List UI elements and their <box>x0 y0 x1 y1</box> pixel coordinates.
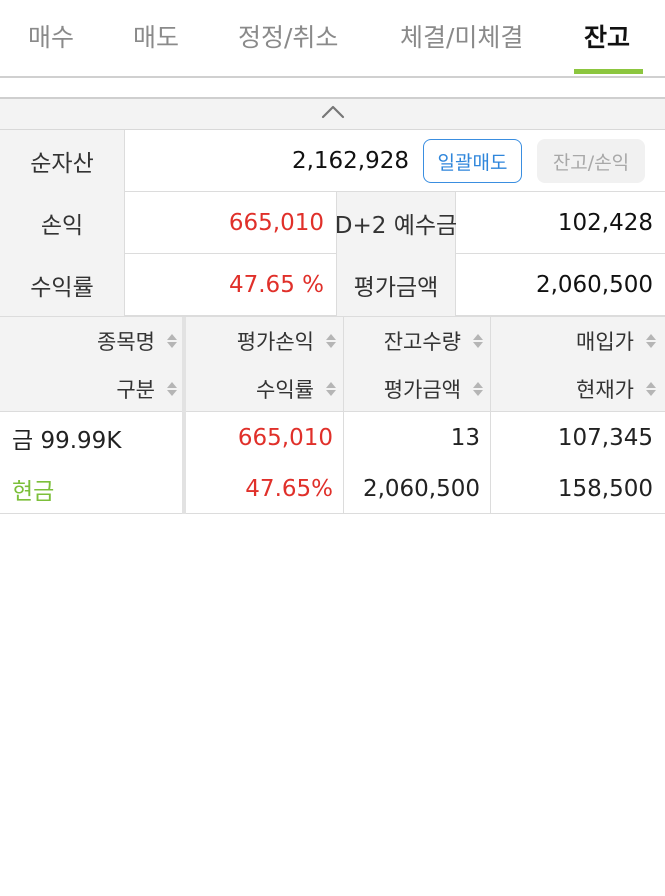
bulk-sell-button[interactable]: 일괄매도 <box>423 139 522 183</box>
holding-return: 47.65% <box>245 475 333 502</box>
tab-executed-unexecuted[interactable]: 체결/미체결 <box>400 18 523 54</box>
sort-icon <box>167 382 177 396</box>
header-cur-price-label: 현재가 <box>576 378 634 402</box>
eval-label: 평가금액 <box>336 254 456 316</box>
sort-icon <box>646 334 656 348</box>
return-value: 47.65 % <box>228 272 324 298</box>
holding-type: 현금 <box>12 478 55 505</box>
holding-cur-price: 158,500 <box>557 475 653 502</box>
header-return-label: 수익률 <box>256 378 314 402</box>
collapse-toggle[interactable] <box>0 97 665 130</box>
tab-modify-cancel[interactable]: 정정/취소 <box>238 18 338 54</box>
active-tab-indicator <box>574 69 643 74</box>
holding-eval-amt: 2,060,500 <box>362 475 480 502</box>
holding-name: 금 99.99K <box>12 427 122 454</box>
table-row[interactable]: 금 99.99K 현금 665,010 47.65% 13 2,060,500 … <box>0 412 665 514</box>
sort-icon <box>167 334 177 348</box>
sort-header-qty[interactable]: 잔고수량 <box>344 317 483 365</box>
sort-header-cur-price[interactable]: 현재가 <box>491 365 656 413</box>
sort-icon <box>326 334 336 348</box>
sort-icon <box>646 382 656 396</box>
pl-value: 665,010 <box>228 210 324 236</box>
header-buy-price-label: 매입가 <box>576 330 634 354</box>
holding-buy-price: 107,345 <box>557 424 653 451</box>
header-eval-amt-label: 평가금액 <box>383 378 461 402</box>
sort-header-eval-amt[interactable]: 평가금액 <box>344 365 483 413</box>
sort-header-type[interactable]: 구분 <box>0 365 177 413</box>
order-tabs: 매수 매도 정정/취소 체결/미체결 잔고 <box>0 0 665 78</box>
deposit-label: D+2 예수금 <box>335 192 457 254</box>
net-assets-value: 2,162,928 <box>291 148 409 174</box>
sort-header-eval-pl[interactable]: 평가손익 <box>186 317 336 365</box>
header-eval-pl-label: 평가손익 <box>236 330 314 354</box>
net-assets-label: 순자산 <box>0 130 125 192</box>
tab-balance[interactable]: 잔고 <box>584 18 630 54</box>
sort-icon <box>326 382 336 396</box>
sort-icon <box>473 382 483 396</box>
header-qty-label: 잔고수량 <box>383 330 461 354</box>
sort-header-name[interactable]: 종목명 <box>0 317 177 365</box>
balance-pl-button[interactable]: 잔고/손익 <box>537 139 645 183</box>
chevron-up-icon <box>321 105 345 119</box>
holding-eval-pl: 665,010 <box>237 424 333 451</box>
deposit-value: 102,428 <box>557 210 653 236</box>
return-label: 수익률 <box>0 254 125 316</box>
holdings-table-header: 종목명 구분 평가손익 수익률 잔고수량 평가금액 매입가 현재가 <box>0 316 665 413</box>
sort-header-buy-price[interactable]: 매입가 <box>491 317 656 365</box>
holding-qty: 13 <box>450 424 480 451</box>
sort-icon <box>473 334 483 348</box>
eval-value: 2,060,500 <box>535 272 653 298</box>
tab-buy[interactable]: 매수 <box>28 18 74 54</box>
summary-row-pl: 손익 665,010 D+2 예수금 102,428 <box>0 192 665 254</box>
summary-row-return: 수익률 47.65 % 평가금액 2,060,500 <box>0 254 665 316</box>
sort-header-return[interactable]: 수익률 <box>186 365 336 413</box>
header-type-label: 구분 <box>116 378 155 402</box>
pl-label: 손익 <box>0 192 125 254</box>
summary-row-net-assets: 순자산 2,162,928 일괄매도 잔고/손익 <box>0 130 665 192</box>
header-name-label: 종목명 <box>97 330 155 354</box>
tab-sell[interactable]: 매도 <box>133 18 179 54</box>
